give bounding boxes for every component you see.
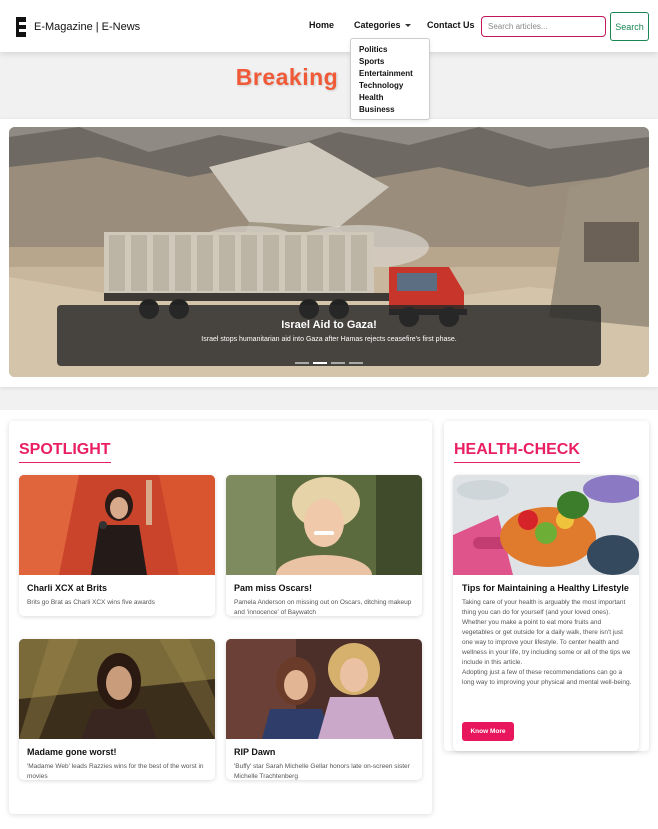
carousel-caption: Israel Aid to Gaza! Israel stops humanit… <box>57 305 601 366</box>
spotlight-card[interactable]: RIP Dawn 'Buffy' star Sarah Michelle Gel… <box>226 639 422 780</box>
caret-down-icon <box>404 24 411 28</box>
brand-name: E-Magazine | E-News <box>34 21 141 33</box>
nav-contact-link[interactable]: Contact Us <box>427 20 475 30</box>
health-card[interactable]: Tips for Maintaining a Healthy Lifestyle… <box>453 475 639 751</box>
categories-dropdown-menu: Politics Sports Entertainment Technology… <box>350 38 430 120</box>
slide-text: Israel stops humanitarian aid into Gaza … <box>201 336 457 343</box>
carousel-indicator[interactable] <box>313 362 327 364</box>
pamela-anderson-image <box>226 475 422 575</box>
charli-xcx-image <box>19 475 215 575</box>
breaking-heading: Breaking <box>235 64 339 90</box>
health-paragraph: Taking care of your health is arguably t… <box>462 599 626 616</box>
know-more-button[interactable]: Know More <box>462 722 514 741</box>
dropdown-item-entertainment[interactable]: Entertainment <box>359 68 429 80</box>
navbar: E-Magazine | E-News Home Categories Cont… <box>0 0 658 52</box>
spotlight-card[interactable]: Madame gone worst! 'Madame Web' leads Ra… <box>19 639 215 780</box>
health-paragraph: Whether you make a point to eat more fru… <box>462 619 631 666</box>
card-text: 'Madame Web' leads Razzies wins for the … <box>27 763 204 780</box>
card-title: RIP Dawn <box>234 747 276 757</box>
spotlight-heading: SPOTLIGHT <box>19 441 111 463</box>
slide-title: Israel Aid to Gaza! <box>281 319 377 331</box>
search-button[interactable]: Search <box>610 12 649 41</box>
card-title: Madame gone worst! <box>27 747 117 757</box>
card-text: Brits go Brat as Charli XCX wins five aw… <box>27 599 155 606</box>
search-input[interactable] <box>481 16 606 37</box>
dropdown-item-sports[interactable]: Sports <box>359 56 429 68</box>
madame-web-image <box>19 639 215 739</box>
card-text: Pamela Anderson on missing out on Oscars… <box>234 599 412 616</box>
nav-categories-dropdown[interactable]: Categories <box>354 20 411 30</box>
card-text: 'Buffy' star Sarah Michelle Gellar honor… <box>234 763 410 780</box>
content-area: SPOTLIGHT Charli XCX at Brits Brits go B… <box>0 410 658 829</box>
carousel-indicator[interactable] <box>295 362 309 364</box>
health-paragraph: Adopting just a few of these recommendat… <box>462 669 632 686</box>
health-check-section: HEALTH-CHECK Tips for Maintaining a Heal… <box>444 421 649 751</box>
dropdown-item-politics[interactable]: Politics <box>359 44 429 56</box>
healthy-food-image <box>453 475 639 575</box>
spotlight-card[interactable]: Pam miss Oscars! Pamela Anderson on miss… <box>226 475 422 616</box>
e-logo-icon <box>16 17 26 37</box>
nav-home-link[interactable]: Home <box>309 20 334 30</box>
dropdown-item-technology[interactable]: Technology <box>359 80 429 92</box>
brand[interactable]: E-Magazine | E-News <box>16 16 140 38</box>
nav-categories-label: Categories <box>354 20 401 30</box>
carousel-indicators <box>9 362 649 364</box>
health-card-title: Tips for Maintaining a Healthy Lifestyle <box>462 583 629 593</box>
breaking-carousel-card: Israel Aid to Gaza! Israel stops humanit… <box>0 119 658 387</box>
breaking-carousel[interactable]: Israel Aid to Gaza! Israel stops humanit… <box>9 127 649 377</box>
health-card-text: Taking care of your health is arguably t… <box>462 598 634 688</box>
carousel-indicator[interactable] <box>349 362 363 364</box>
dropdown-item-business[interactable]: Business <box>359 104 429 116</box>
health-check-heading: HEALTH-CHECK <box>454 441 580 463</box>
card-title: Charli XCX at Brits <box>27 583 108 593</box>
spotlight-section: SPOTLIGHT Charli XCX at Brits Brits go B… <box>9 421 432 814</box>
dropdown-item-health[interactable]: Health <box>359 92 429 104</box>
buffy-dawn-image <box>226 639 422 739</box>
card-title: Pam miss Oscars! <box>234 583 313 593</box>
carousel-indicator[interactable] <box>331 362 345 364</box>
spotlight-card[interactable]: Charli XCX at Brits Brits go Brat as Cha… <box>19 475 215 616</box>
